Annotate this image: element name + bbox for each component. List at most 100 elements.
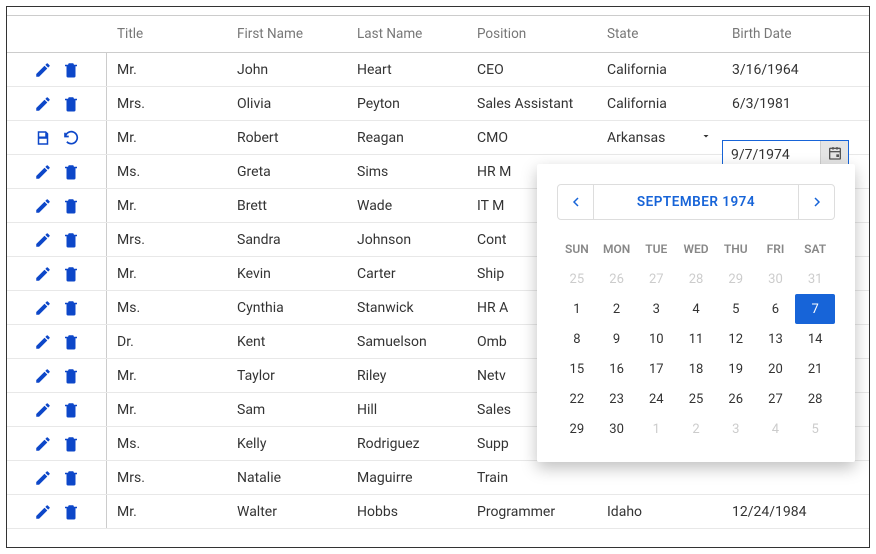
calendar-day[interactable]: 6 [756,294,796,324]
calendar-day[interactable]: 5 [716,294,756,324]
delete-button[interactable] [62,95,80,113]
edit-button[interactable] [34,265,52,283]
calendar-day[interactable]: 5 [795,414,835,444]
revert-button[interactable] [62,129,80,147]
delete-button[interactable] [62,163,80,181]
calendar-title[interactable]: SEPTEMBER 1974 [594,194,798,210]
calendar-day[interactable]: 12 [716,324,756,354]
calendar-day[interactable]: 25 [557,264,597,294]
edit-button[interactable] [34,401,52,419]
calendar-day[interactable]: 9 [597,324,637,354]
edit-button[interactable] [34,95,52,113]
calendar-day[interactable]: 11 [676,324,716,354]
calendar-day[interactable]: 24 [636,384,676,414]
calendar-day[interactable]: 22 [557,384,597,414]
calendar-day[interactable]: 29 [716,264,756,294]
calendar-day[interactable]: 18 [676,354,716,384]
calendar-day[interactable]: 16 [597,354,637,384]
delete-button[interactable] [62,367,80,385]
cell-first-name[interactable]: Robert [227,130,347,146]
calendar-dow: TUE [636,234,676,264]
calendar-day[interactable]: 8 [557,324,597,354]
calendar-day[interactable]: 20 [756,354,796,384]
cell-title: Mr. [107,402,227,418]
calendar-prev-button[interactable] [558,185,594,219]
edit-button[interactable] [34,503,52,521]
delete-button[interactable] [62,197,80,215]
cell-last-name: Sims [347,164,467,180]
delete-button[interactable] [62,265,80,283]
calendar-day[interactable]: 31 [795,264,835,294]
calendar-next-button[interactable] [798,185,834,219]
row-actions [7,121,107,154]
cell-title: Dr. [107,334,227,350]
delete-button[interactable] [62,299,80,317]
calendar-day[interactable]: 17 [636,354,676,384]
cell-state[interactable]: Arkansas [597,130,722,146]
edit-button[interactable] [34,333,52,351]
delete-button[interactable] [62,231,80,249]
calendar-day[interactable]: 28 [676,264,716,294]
calendar-day[interactable]: 3 [636,294,676,324]
calendar-week: 22232425262728 [557,384,835,414]
edit-button[interactable] [34,61,52,79]
save-button[interactable] [34,129,52,147]
edit-button[interactable] [34,367,52,385]
calendar-day[interactable]: 26 [597,264,637,294]
calendar-day[interactable]: 14 [795,324,835,354]
edit-button[interactable] [34,469,52,487]
delete-button[interactable] [62,503,80,521]
edit-button[interactable] [34,197,52,215]
header-position[interactable]: Position [467,16,597,52]
header-last-name[interactable]: Last Name [347,16,467,52]
calendar-dow: FRI [756,234,796,264]
delete-button[interactable] [62,469,80,487]
calendar-day[interactable]: 13 [756,324,796,354]
delete-button[interactable] [62,61,80,79]
calendar-day[interactable]: 30 [756,264,796,294]
calendar-day[interactable]: 27 [756,384,796,414]
cell-title[interactable]: Mr. [107,130,227,146]
cell-position[interactable]: CMO [467,130,597,146]
edit-button[interactable] [34,163,52,181]
edit-button[interactable] [34,231,52,249]
cell-last-name[interactable]: Reagan [347,130,467,146]
delete-button[interactable] [62,401,80,419]
calendar-day[interactable]: 27 [636,264,676,294]
header-state[interactable]: State [597,16,722,52]
calendar-day[interactable]: 23 [597,384,637,414]
header-first-name[interactable]: First Name [227,16,347,52]
edit-button[interactable] [34,435,52,453]
state-dropdown[interactable]: Arkansas [607,130,722,146]
row-actions [7,257,107,290]
cell-title: Mrs. [107,96,227,112]
calendar-day[interactable]: 10 [636,324,676,354]
calendar-day[interactable]: 21 [795,354,835,384]
calendar-day[interactable]: 1 [557,294,597,324]
calendar-day[interactable]: 30 [597,414,637,444]
calendar-day[interactable]: 25 [676,384,716,414]
cell-title: Mr. [107,266,227,282]
calendar-day[interactable]: 28 [795,384,835,414]
calendar-day[interactable]: 1 [636,414,676,444]
calendar-day[interactable]: 7 [795,294,835,324]
header-birth-date[interactable]: Birth Date [722,16,857,52]
cell-title: Mrs. [107,232,227,248]
delete-button[interactable] [62,333,80,351]
chevron-right-icon [809,194,825,210]
calendar-day[interactable]: 15 [557,354,597,384]
calendar-day[interactable]: 19 [716,354,756,384]
calendar-week: 1234567 [557,294,835,324]
calendar-day[interactable]: 3 [716,414,756,444]
calendar-day[interactable]: 2 [676,414,716,444]
row-actions [7,155,107,188]
calendar-day[interactable]: 29 [557,414,597,444]
edit-button[interactable] [34,299,52,317]
calendar-day[interactable]: 4 [676,294,716,324]
calendar-day[interactable]: 26 [716,384,756,414]
table-row: Mrs.OliviaPeytonSales AssistantCaliforni… [7,87,869,121]
header-title[interactable]: Title [107,16,227,52]
delete-button[interactable] [62,435,80,453]
calendar-day[interactable]: 4 [756,414,796,444]
calendar-day[interactable]: 2 [597,294,637,324]
